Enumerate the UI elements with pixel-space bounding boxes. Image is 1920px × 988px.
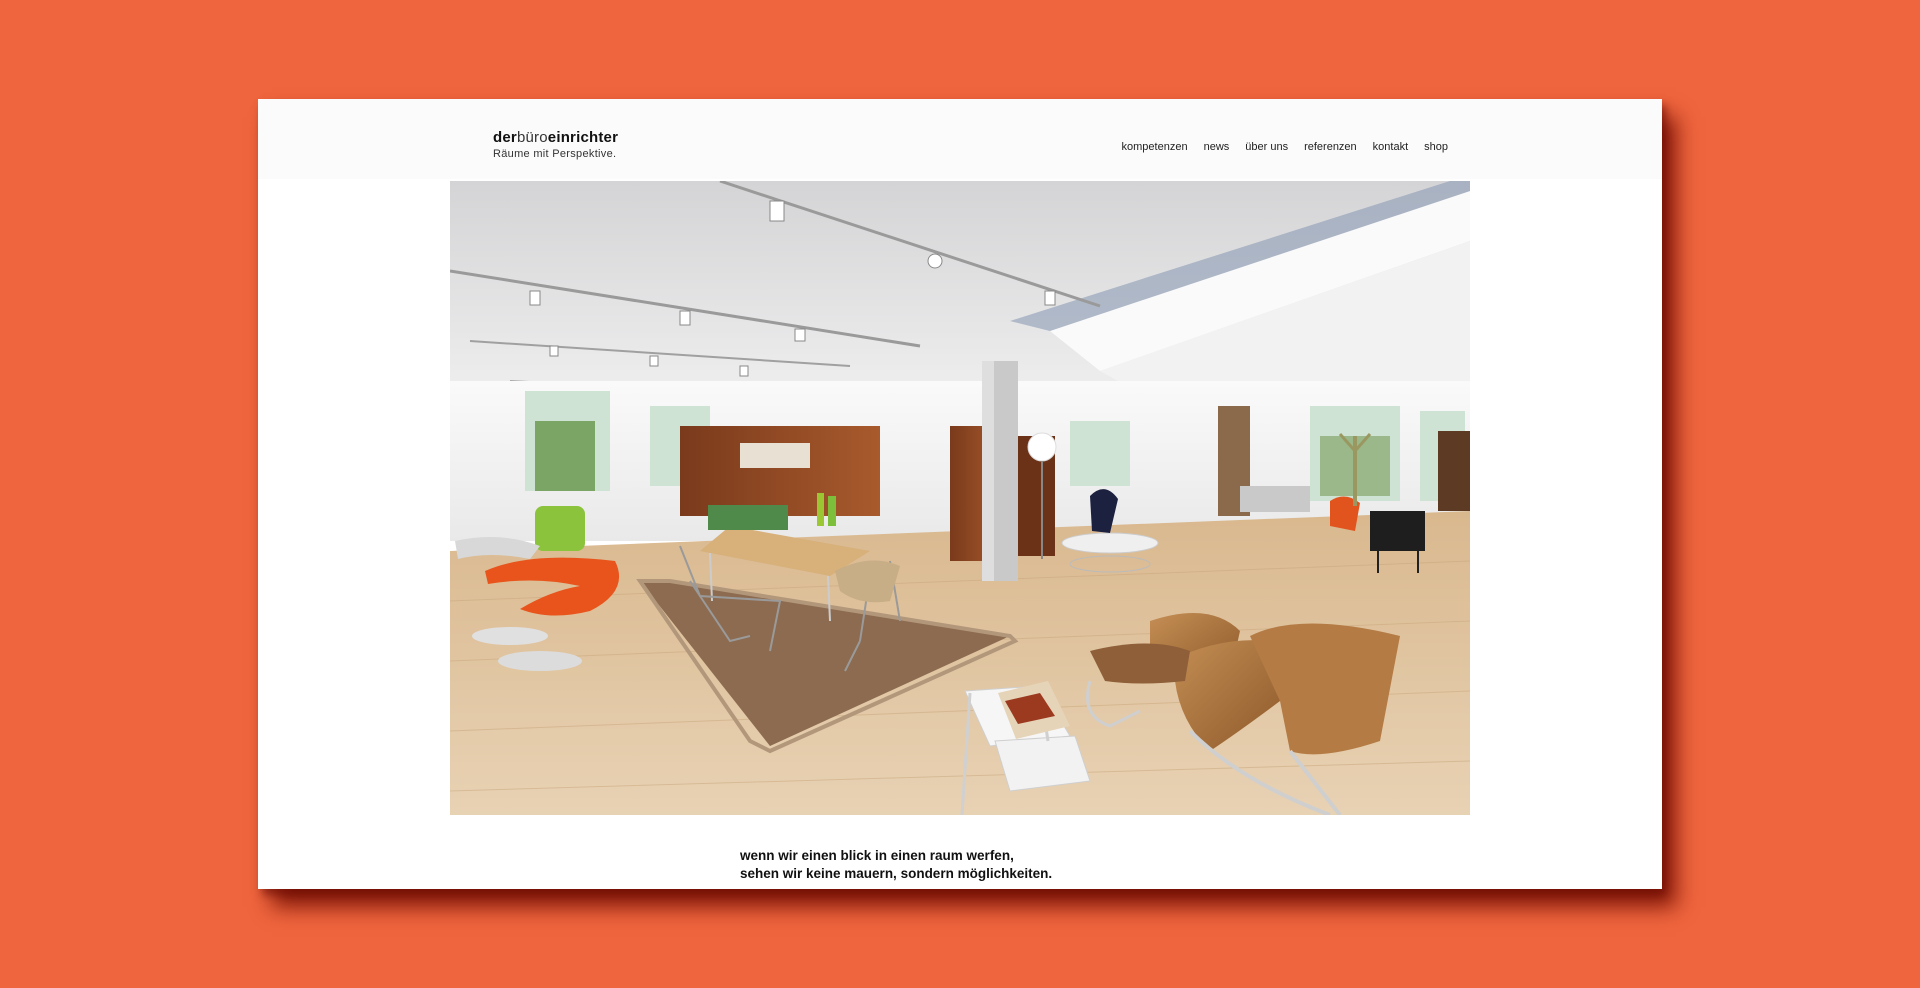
nav-referenzen[interactable]: referenzen	[1304, 141, 1357, 153]
main-nav: kompetenzen news über uns referenzen kon…	[1122, 141, 1448, 153]
logo-part-einrichter: einrichter	[547, 129, 619, 146]
nav-shop[interactable]: shop	[1424, 141, 1448, 153]
hero-image	[450, 181, 1470, 815]
nav-ueber-uns[interactable]: über uns	[1245, 141, 1288, 153]
nav-kompetenzen[interactable]: kompetenzen	[1122, 141, 1188, 153]
intro-line-1: wenn wir einen blick in einen raum werfe…	[740, 848, 1014, 863]
logo-wordmark[interactable]: derbüroeinrichter	[493, 129, 618, 146]
browser-page: derbüroeinrichter Räume mit Perspektive.…	[258, 99, 1662, 889]
intro-text: wenn wir einen blick in einen raum werfe…	[740, 847, 1052, 883]
nav-kontakt[interactable]: kontakt	[1373, 141, 1408, 153]
logo-tagline: Räume mit Perspektive.	[493, 148, 617, 160]
site-logo[interactable]: derbüroeinrichter Räume mit Perspektive.	[493, 129, 618, 160]
logo-part-der: der	[493, 129, 517, 146]
site-header: derbüroeinrichter Räume mit Perspektive.…	[258, 99, 1662, 179]
nav-news[interactable]: news	[1204, 141, 1230, 153]
intro-line-2: sehen wir keine mauern, sondern möglichk…	[740, 866, 1053, 881]
logo-part-buero: büro	[516, 129, 548, 146]
showroom-photo	[450, 181, 1470, 815]
